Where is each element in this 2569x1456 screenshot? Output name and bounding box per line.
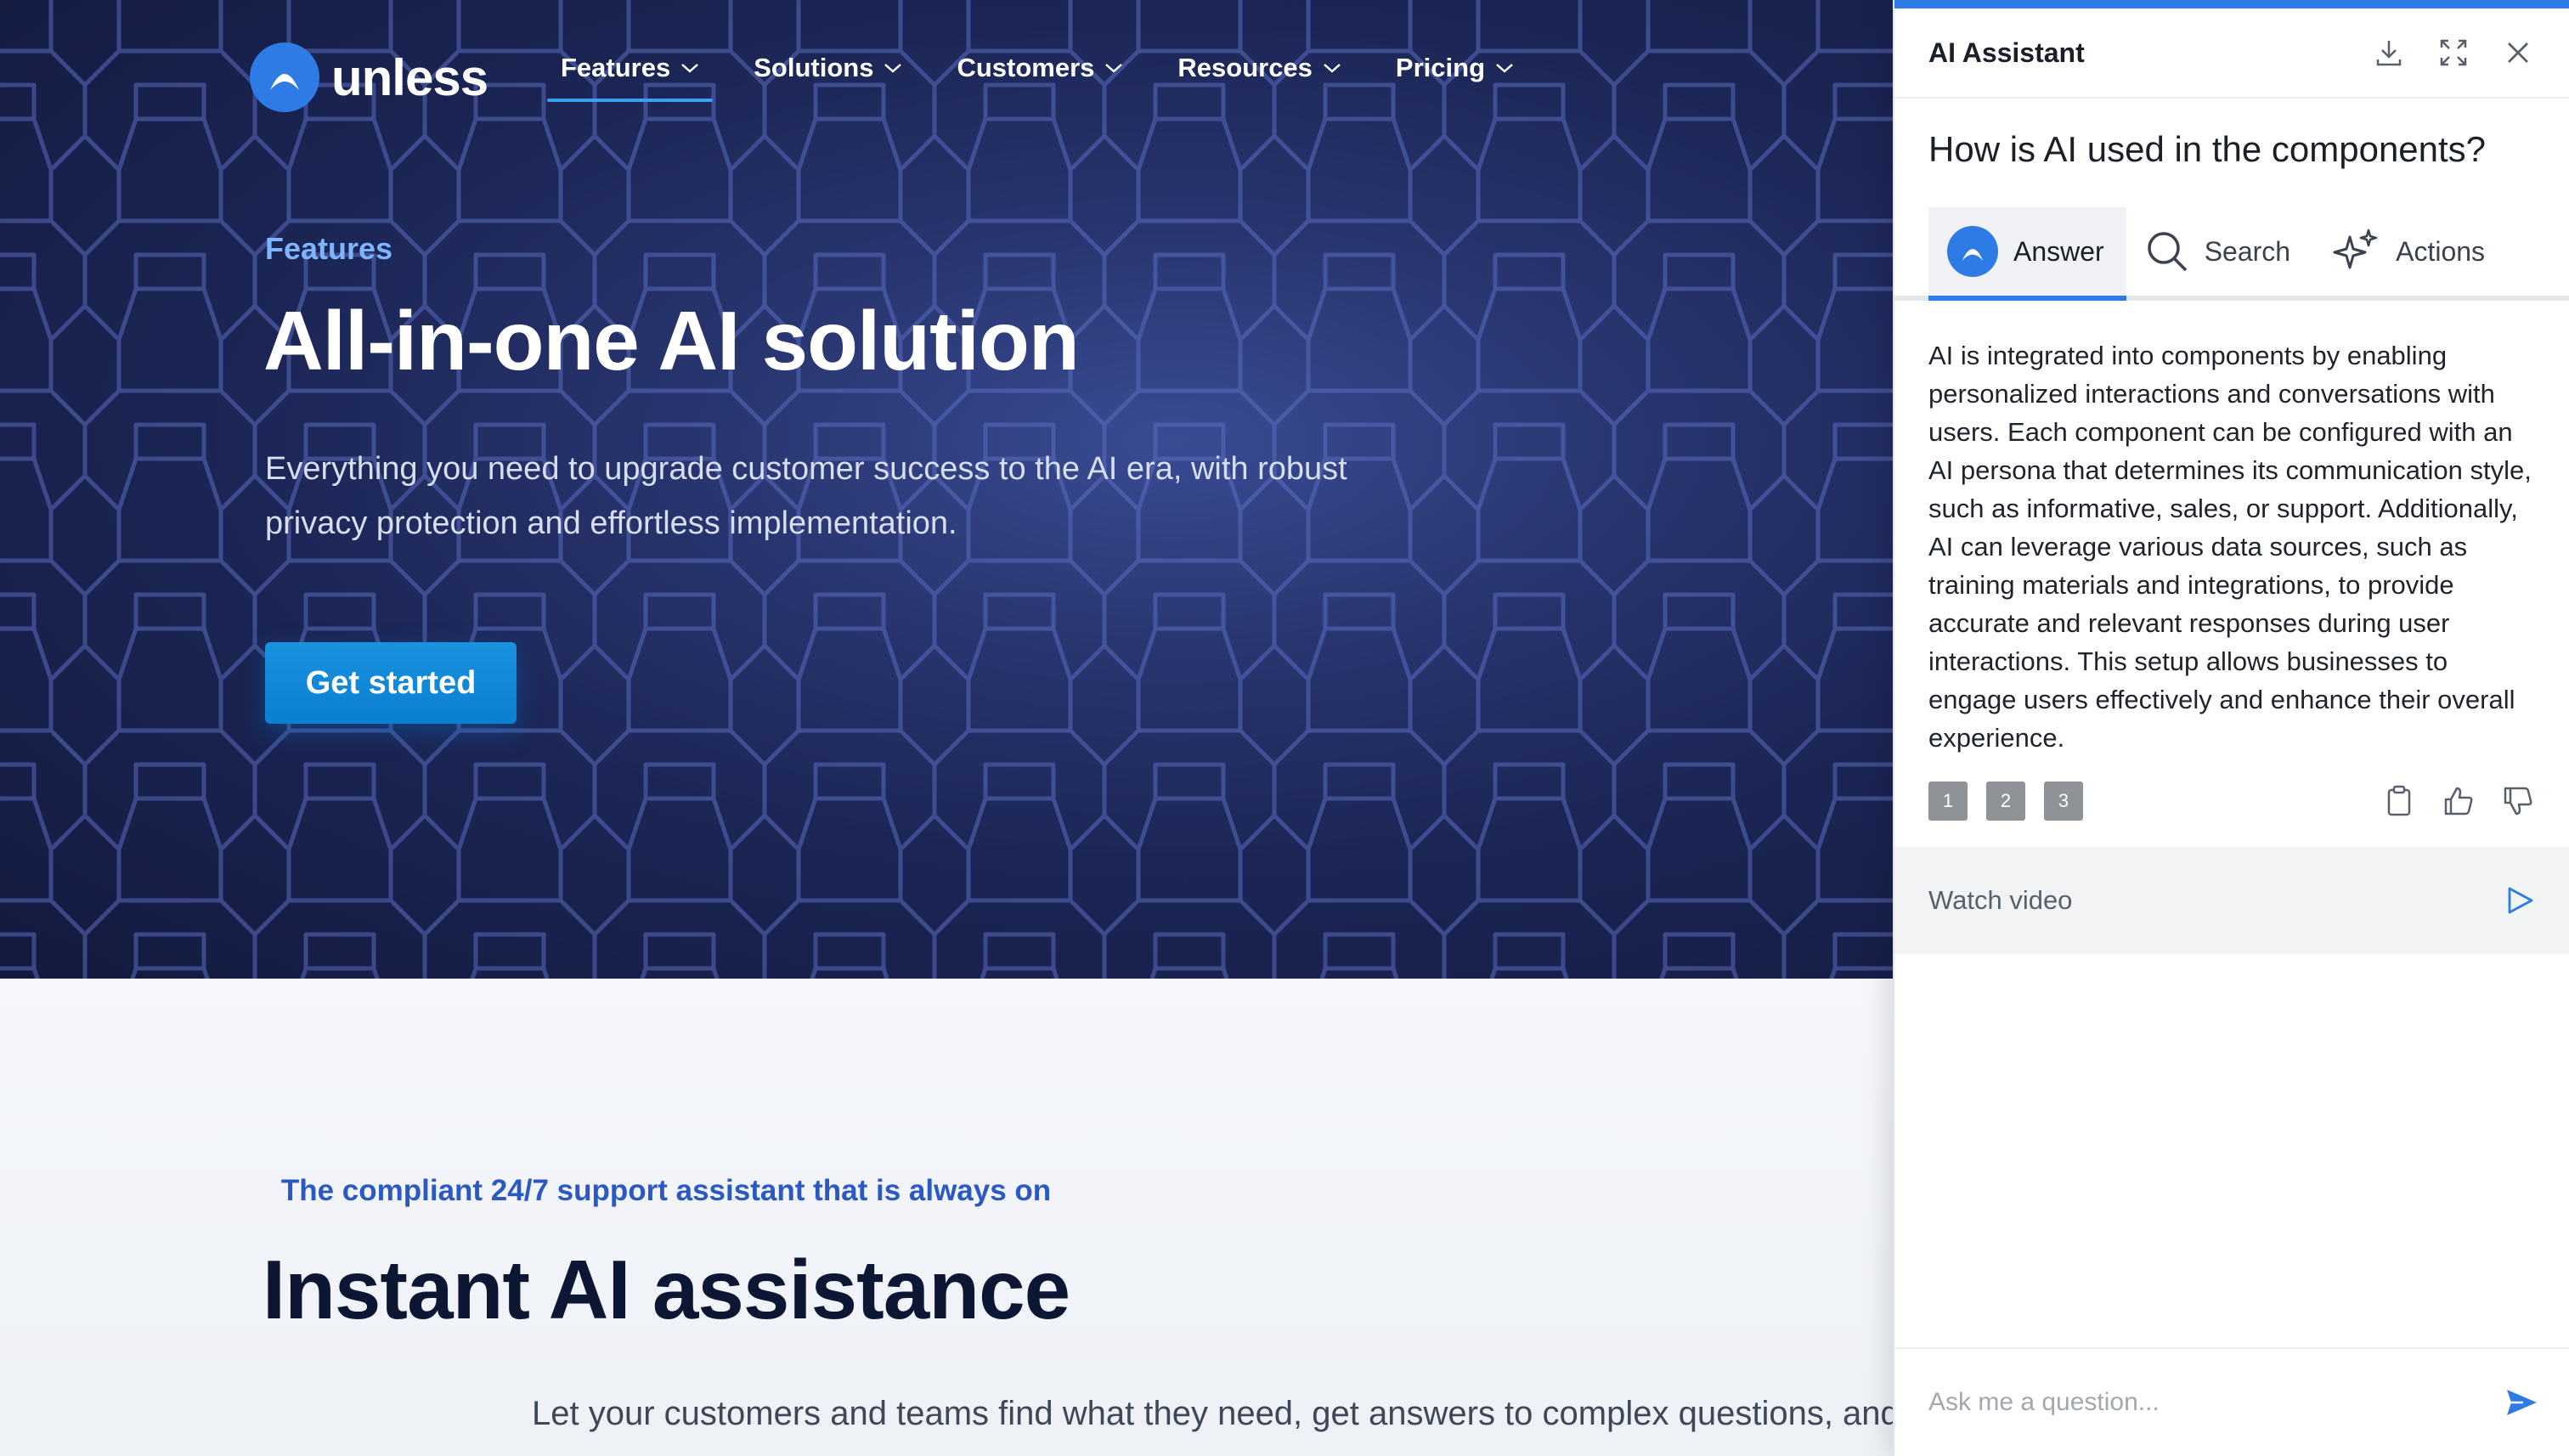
section-title: Instant AI assistance — [262, 1243, 1070, 1336]
main-nav: Features Solutions Customers Resources P… — [545, 53, 1553, 102]
nav-pricing[interactable]: Pricing — [1380, 53, 1529, 102]
section-subtitle: Let your customers and teams find what t… — [532, 1395, 1893, 1432]
question-input[interactable] — [1928, 1388, 2438, 1417]
tab-search[interactable]: Search — [2126, 207, 2312, 296]
avatar-icon — [1947, 226, 1998, 277]
answer-tabs: Answer Search Actions — [1894, 207, 2569, 301]
user-question: How is AI used in the components? — [1928, 129, 2487, 169]
citation-badge[interactable]: 3 — [2044, 782, 2083, 821]
play-icon — [2508, 887, 2533, 914]
nav-label: Resources — [1177, 53, 1313, 82]
assistance-section: The compliant 24/7 support assistant tha… — [0, 979, 1893, 1456]
chevron-down-icon — [1105, 64, 1123, 73]
answer-toolbar: 1 2 3 — [1894, 757, 2569, 821]
ai-assistant-panel: AI Assistant How is AI used in the compo… — [1893, 0, 2569, 1456]
nav-label: Solutions — [754, 53, 874, 82]
chevron-down-icon — [1496, 64, 1513, 73]
citation-badge[interactable]: 2 — [1986, 782, 2025, 821]
hero-subtitle-line: Everything you need to upgrade customer … — [265, 451, 1347, 487]
thumbs-down-icon[interactable] — [2501, 784, 2535, 818]
nav-resources[interactable]: Resources — [1162, 53, 1357, 102]
hero-eyebrow: Features — [265, 231, 393, 266]
chevron-down-icon — [884, 64, 902, 73]
feedback-actions — [2382, 784, 2535, 818]
tab-actions[interactable]: Actions — [2312, 207, 2507, 296]
hero-title: All-in-one AI solution — [263, 294, 1080, 387]
panel-title: AI Assistant — [1928, 37, 2085, 68]
send-icon[interactable] — [2504, 1385, 2538, 1419]
watch-video-label: Watch video — [1928, 885, 2073, 915]
tab-answer[interactable]: Answer — [1928, 207, 2126, 301]
brand-logo[interactable]: unless — [250, 42, 488, 112]
chevron-down-icon — [681, 64, 699, 73]
hero-section: unless Features Solutions Customers Reso… — [0, 0, 1893, 979]
nav-label: Customers — [957, 53, 1095, 82]
chevron-down-icon — [1324, 64, 1341, 73]
tab-label: Actions — [2396, 235, 2486, 267]
expand-icon[interactable] — [2436, 36, 2470, 70]
unless-logo-icon — [250, 42, 319, 112]
search-icon — [2147, 232, 2187, 272]
brand-name: unless — [331, 48, 488, 106]
nav-label: Pricing — [1395, 53, 1486, 82]
thumbs-up-icon[interactable] — [2442, 784, 2476, 818]
nav-features[interactable]: Features — [545, 53, 714, 102]
sparkles-icon — [2333, 229, 2378, 269]
answer-text: AI is integrated into components by enab… — [1928, 341, 2532, 753]
tab-label: Answer — [2013, 235, 2104, 267]
download-icon[interactable] — [2372, 36, 2406, 70]
hero-subtitle-line: privacy protection and effortless implem… — [265, 505, 957, 541]
nav-customers[interactable]: Customers — [941, 53, 1138, 102]
citation-badge[interactable]: 1 — [1928, 782, 1968, 821]
tab-label: Search — [2204, 235, 2291, 267]
citations: 1 2 3 — [1928, 782, 2083, 821]
nav-label: Features — [561, 53, 671, 82]
hero-subtitle: Everything you need to upgrade customer … — [265, 442, 1454, 550]
close-icon[interactable] — [2501, 36, 2535, 70]
clipboard-icon[interactable] — [2382, 784, 2416, 818]
panel-accent-bar — [1894, 0, 2569, 8]
nav-solutions[interactable]: Solutions — [738, 53, 918, 102]
section-eyebrow: The compliant 24/7 support assistant tha… — [280, 1174, 1052, 1207]
panel-actions — [2372, 36, 2535, 70]
question-composer — [1894, 1347, 2569, 1456]
get-started-button[interactable]: Get started — [265, 642, 517, 724]
panel-header: AI Assistant — [1894, 8, 2569, 99]
watch-video-row[interactable]: Watch video — [1894, 847, 2569, 954]
